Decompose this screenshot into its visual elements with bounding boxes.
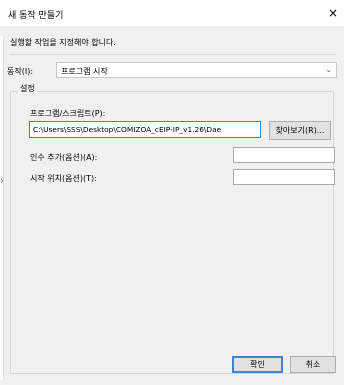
- action-label: 동작(I):: [7, 67, 34, 76]
- window-title: 새 동작 만들기: [8, 11, 64, 21]
- background-window-edge: [0, 36, 4, 380]
- arguments-input[interactable]: [233, 147, 335, 163]
- action-select[interactable]: 프로그램 시작 ⌄: [56, 62, 337, 78]
- arguments-label: 인수 추가(옵션)(A):: [30, 153, 98, 162]
- cancel-button[interactable]: 취소: [290, 356, 336, 373]
- chevron-down-icon: ⌄: [325, 65, 332, 74]
- browse-button[interactable]: 찾아보기(R)...: [269, 121, 331, 140]
- program-path-input[interactable]: C:\Users\SSS\Desktop\COMIZOA_cEIP-IP_v1.…: [29, 121, 261, 138]
- start-in-input[interactable]: [233, 169, 335, 185]
- start-in-label: 시작 위치(옵션)(T):: [30, 174, 97, 183]
- pointer-arrow-icon: ›: [0, 176, 4, 187]
- program-path-value: C:\Users\SSS\Desktop\COMIZOA_cEIP-IP_v1.…: [33, 125, 222, 134]
- instruction-text: 실행할 작업을 지정해야 합니다.: [10, 38, 116, 47]
- close-icon[interactable]: ×: [325, 5, 341, 21]
- program-label: 프로그램/스크립트(P):: [30, 109, 106, 118]
- settings-group-label: 설정: [18, 83, 37, 94]
- action-select-value: 프로그램 시작: [61, 67, 108, 76]
- ok-button[interactable]: 확인: [232, 356, 283, 373]
- divider: [10, 54, 336, 55]
